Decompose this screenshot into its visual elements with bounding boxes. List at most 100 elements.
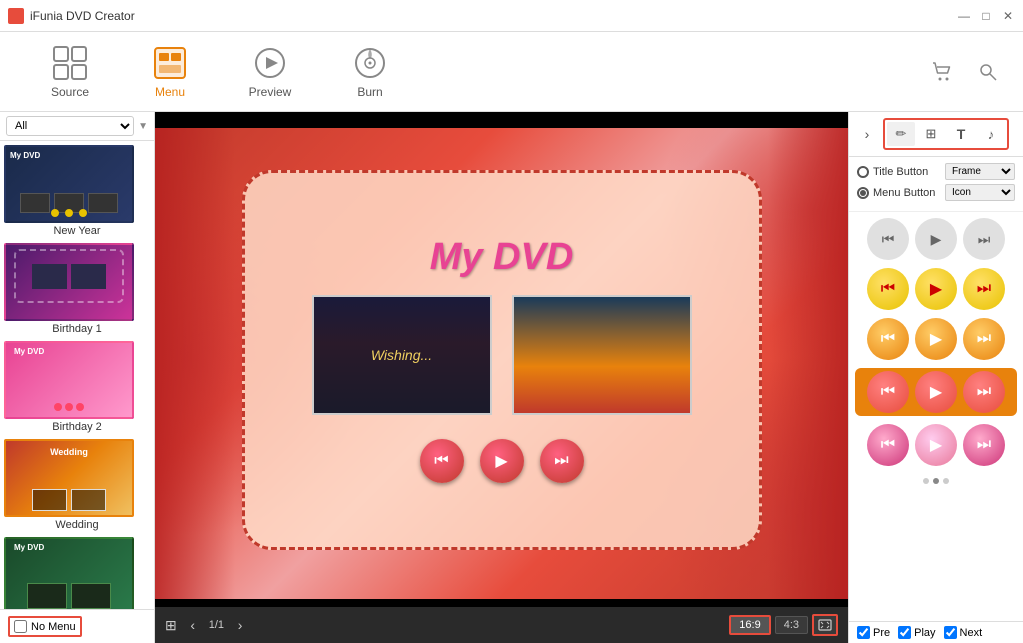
dvd-menu-card: My DVD Wishing... ⏮ ▶ ⏭: [242, 170, 762, 550]
toolbar-right: [927, 57, 1003, 87]
dvd-menu-title: My DVD: [430, 236, 574, 279]
dot-3: [943, 478, 949, 484]
menu-icon: [152, 45, 188, 81]
pink-play[interactable]: ▶: [915, 424, 957, 466]
toolbar-preview[interactable]: Preview: [220, 37, 320, 107]
page-indicator: 1/1: [209, 619, 224, 631]
no-menu-checkbox[interactable]: [14, 620, 27, 633]
dot-2: [933, 478, 939, 484]
right-options: Title Button Frame None Square Menu Butt…: [849, 157, 1023, 212]
red-next[interactable]: ⏭: [963, 371, 1005, 413]
template-item-wedding[interactable]: Wedding Wedding: [4, 439, 150, 531]
scroll-dots: [855, 474, 1017, 488]
template-filter-header: All ▼: [0, 112, 154, 141]
source-label: Source: [51, 85, 89, 99]
no-menu-label: No Menu: [31, 621, 76, 633]
right-panel-top: › ✏ ⊞ T ♪: [849, 112, 1023, 157]
gray-flat-next[interactable]: ⏭: [963, 218, 1005, 260]
page-prev-button[interactable]: ‹: [183, 615, 203, 635]
template-item-birthday1[interactable]: Birthday 1: [4, 243, 150, 335]
grid-view-button[interactable]: ⊞: [165, 617, 177, 634]
yellow-prev[interactable]: ⏮: [867, 268, 909, 310]
dvd-thumb-2: [512, 295, 692, 415]
no-menu-footer: No Menu: [0, 609, 154, 643]
template-item-newyear[interactable]: My DVD New Year: [4, 145, 150, 237]
dvd-controls: ⏮ ▶ ⏭: [420, 439, 584, 483]
title-button-radio[interactable]: [857, 166, 869, 178]
search-button[interactable]: [973, 57, 1003, 87]
toolbar-source[interactable]: Source: [20, 37, 120, 107]
right-tabs: ✏ ⊞ T ♪: [883, 118, 1009, 150]
top-toolbar: Source Menu Preview: [0, 32, 1023, 112]
menu-button-radio[interactable]: [857, 187, 869, 199]
burn-icon: [352, 45, 388, 81]
dvd-next-button[interactable]: ⏭: [540, 439, 584, 483]
title-button-label: Title Button: [873, 166, 941, 178]
center-bottom-bar: ⊞ ‹ 1/1 › 16:9 4:3: [155, 607, 848, 643]
filter-arrow-icon: ▼: [138, 121, 148, 132]
menu-button-select[interactable]: Icon Text None: [945, 184, 1015, 201]
title-button-select[interactable]: Frame None Square: [945, 163, 1015, 180]
dvd-thumb-1: Wishing...: [312, 295, 492, 415]
close-button[interactable]: ✕: [1001, 9, 1015, 23]
dvd-play-button[interactable]: ▶: [480, 439, 524, 483]
template-item-nature[interactable]: My DVD: [4, 537, 150, 609]
yellow-play[interactable]: ▶: [915, 268, 957, 310]
template-thumb-wedding: Wedding: [4, 439, 134, 517]
fit-screen-button[interactable]: [812, 614, 838, 636]
preview-label: Preview: [249, 85, 292, 99]
template-list: My DVD New Year: [0, 141, 154, 609]
tab-music[interactable]: ♪: [977, 122, 1005, 146]
button-icon-grid: ⏮ ▶ ⏭ ⏮ ▶ ⏭ ⏮ ▶ ⏭ ⏮ ▶ ⏭: [849, 212, 1023, 621]
burn-label: Burn: [357, 85, 382, 99]
template-filter-select[interactable]: All: [6, 116, 134, 136]
pink-prev[interactable]: ⏮: [867, 424, 909, 466]
aspect-4-3-button[interactable]: 4:3: [775, 616, 808, 634]
right-panel-footer: Pre Play Next: [849, 621, 1023, 643]
bottom-right: 16:9 4:3: [729, 614, 838, 636]
left-panel: All ▼ My DVD: [0, 112, 155, 643]
menu-label: Menu: [155, 85, 185, 99]
button-set-yellow: ⏮ ▶ ⏭: [855, 268, 1017, 310]
source-icon: [52, 45, 88, 81]
gray-flat-play[interactable]: ▶: [915, 218, 957, 260]
next-checkbox[interactable]: Next: [944, 626, 983, 639]
red-prev[interactable]: ⏮: [867, 371, 909, 413]
template-label-newyear: New Year: [4, 225, 150, 237]
yellow-next[interactable]: ⏭: [963, 268, 1005, 310]
tab-style[interactable]: ✏: [887, 122, 915, 146]
app-icon: [8, 8, 24, 24]
title-bar-left: iFunia DVD Creator: [8, 8, 135, 24]
preview-area: My DVD Wishing... ⏮ ▶ ⏭: [155, 112, 848, 607]
gray-flat-prev[interactable]: ⏮: [867, 218, 909, 260]
orange-play[interactable]: ▶: [915, 318, 957, 360]
page-next-button[interactable]: ›: [230, 615, 250, 635]
aspect-16-9-button[interactable]: 16:9: [729, 615, 770, 635]
pre-label: Pre: [873, 627, 890, 639]
play-checkbox[interactable]: Play: [898, 626, 935, 639]
toolbar-menu[interactable]: Menu: [120, 37, 220, 107]
template-item-birthday2[interactable]: My DVD Birthday 2: [4, 341, 150, 433]
menu-button-row: Menu Button Icon Text None: [857, 184, 1015, 201]
dvd-prev-button[interactable]: ⏮: [420, 439, 464, 483]
dvd-menu-thumbs: Wishing...: [312, 295, 692, 415]
bottom-left: ⊞ ‹ 1/1 ›: [165, 615, 250, 635]
orange-next[interactable]: ⏭: [963, 318, 1005, 360]
red-play[interactable]: ▶: [915, 371, 957, 413]
right-panel: › ✏ ⊞ T ♪ Title Button Frame None Square: [848, 112, 1023, 643]
no-menu-toggle[interactable]: No Menu: [8, 616, 82, 637]
tab-layout[interactable]: ⊞: [917, 122, 945, 146]
button-set-orange: ⏮ ▶ ⏭: [855, 318, 1017, 360]
cart-button[interactable]: [927, 57, 957, 87]
tab-text[interactable]: T: [947, 122, 975, 146]
restore-button[interactable]: □: [979, 9, 993, 23]
pink-next[interactable]: ⏭: [963, 424, 1005, 466]
orange-prev[interactable]: ⏮: [867, 318, 909, 360]
minimize-button[interactable]: —: [957, 9, 971, 23]
right-panel-expand-button[interactable]: ›: [855, 122, 879, 146]
pre-checkbox[interactable]: Pre: [857, 626, 890, 639]
window-controls: — □ ✕: [957, 9, 1015, 23]
play-label: Play: [914, 627, 935, 639]
template-thumb-newyear: My DVD: [4, 145, 134, 223]
toolbar-burn[interactable]: Burn: [320, 37, 420, 107]
